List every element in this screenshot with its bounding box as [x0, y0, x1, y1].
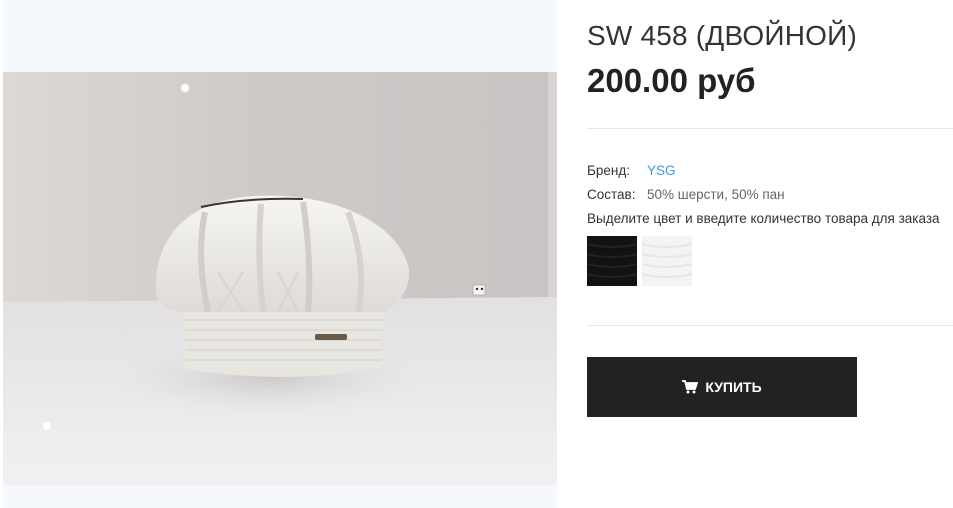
swatch-black[interactable] [586, 236, 638, 286]
product-price: 200.00 руб [587, 62, 756, 99]
buy-button-label: КУПИТЬ [705, 379, 762, 395]
variant-hint: Выделите цвет и введите количество товар… [587, 211, 940, 226]
product-image [3, 72, 557, 485]
brand-row: Бренд: YSG [587, 163, 676, 178]
composition-label: Состав: [587, 187, 636, 202]
composition-value: 50% шерсти, 50% пан [647, 187, 785, 202]
swatch-white[interactable] [641, 236, 693, 286]
product-title: SW 458 (ДВОЙНОЙ) [587, 20, 857, 51]
buy-button[interactable]: КУПИТЬ [587, 357, 857, 417]
product-photo[interactable] [3, 72, 557, 485]
brand-link[interactable]: YSG [647, 163, 676, 178]
divider [587, 128, 953, 129]
product-gallery [3, 0, 557, 508]
color-swatches [586, 236, 693, 286]
cart-icon [682, 380, 699, 394]
product-info: SW 458 (ДВОЙНОЙ) 200.00 руб Бренд: YSG С… [586, 0, 953, 508]
divider [587, 325, 953, 326]
composition-row: Состав: 50% шерсти, 50% пан [587, 187, 785, 202]
brand-label: Бренд: [587, 163, 630, 178]
